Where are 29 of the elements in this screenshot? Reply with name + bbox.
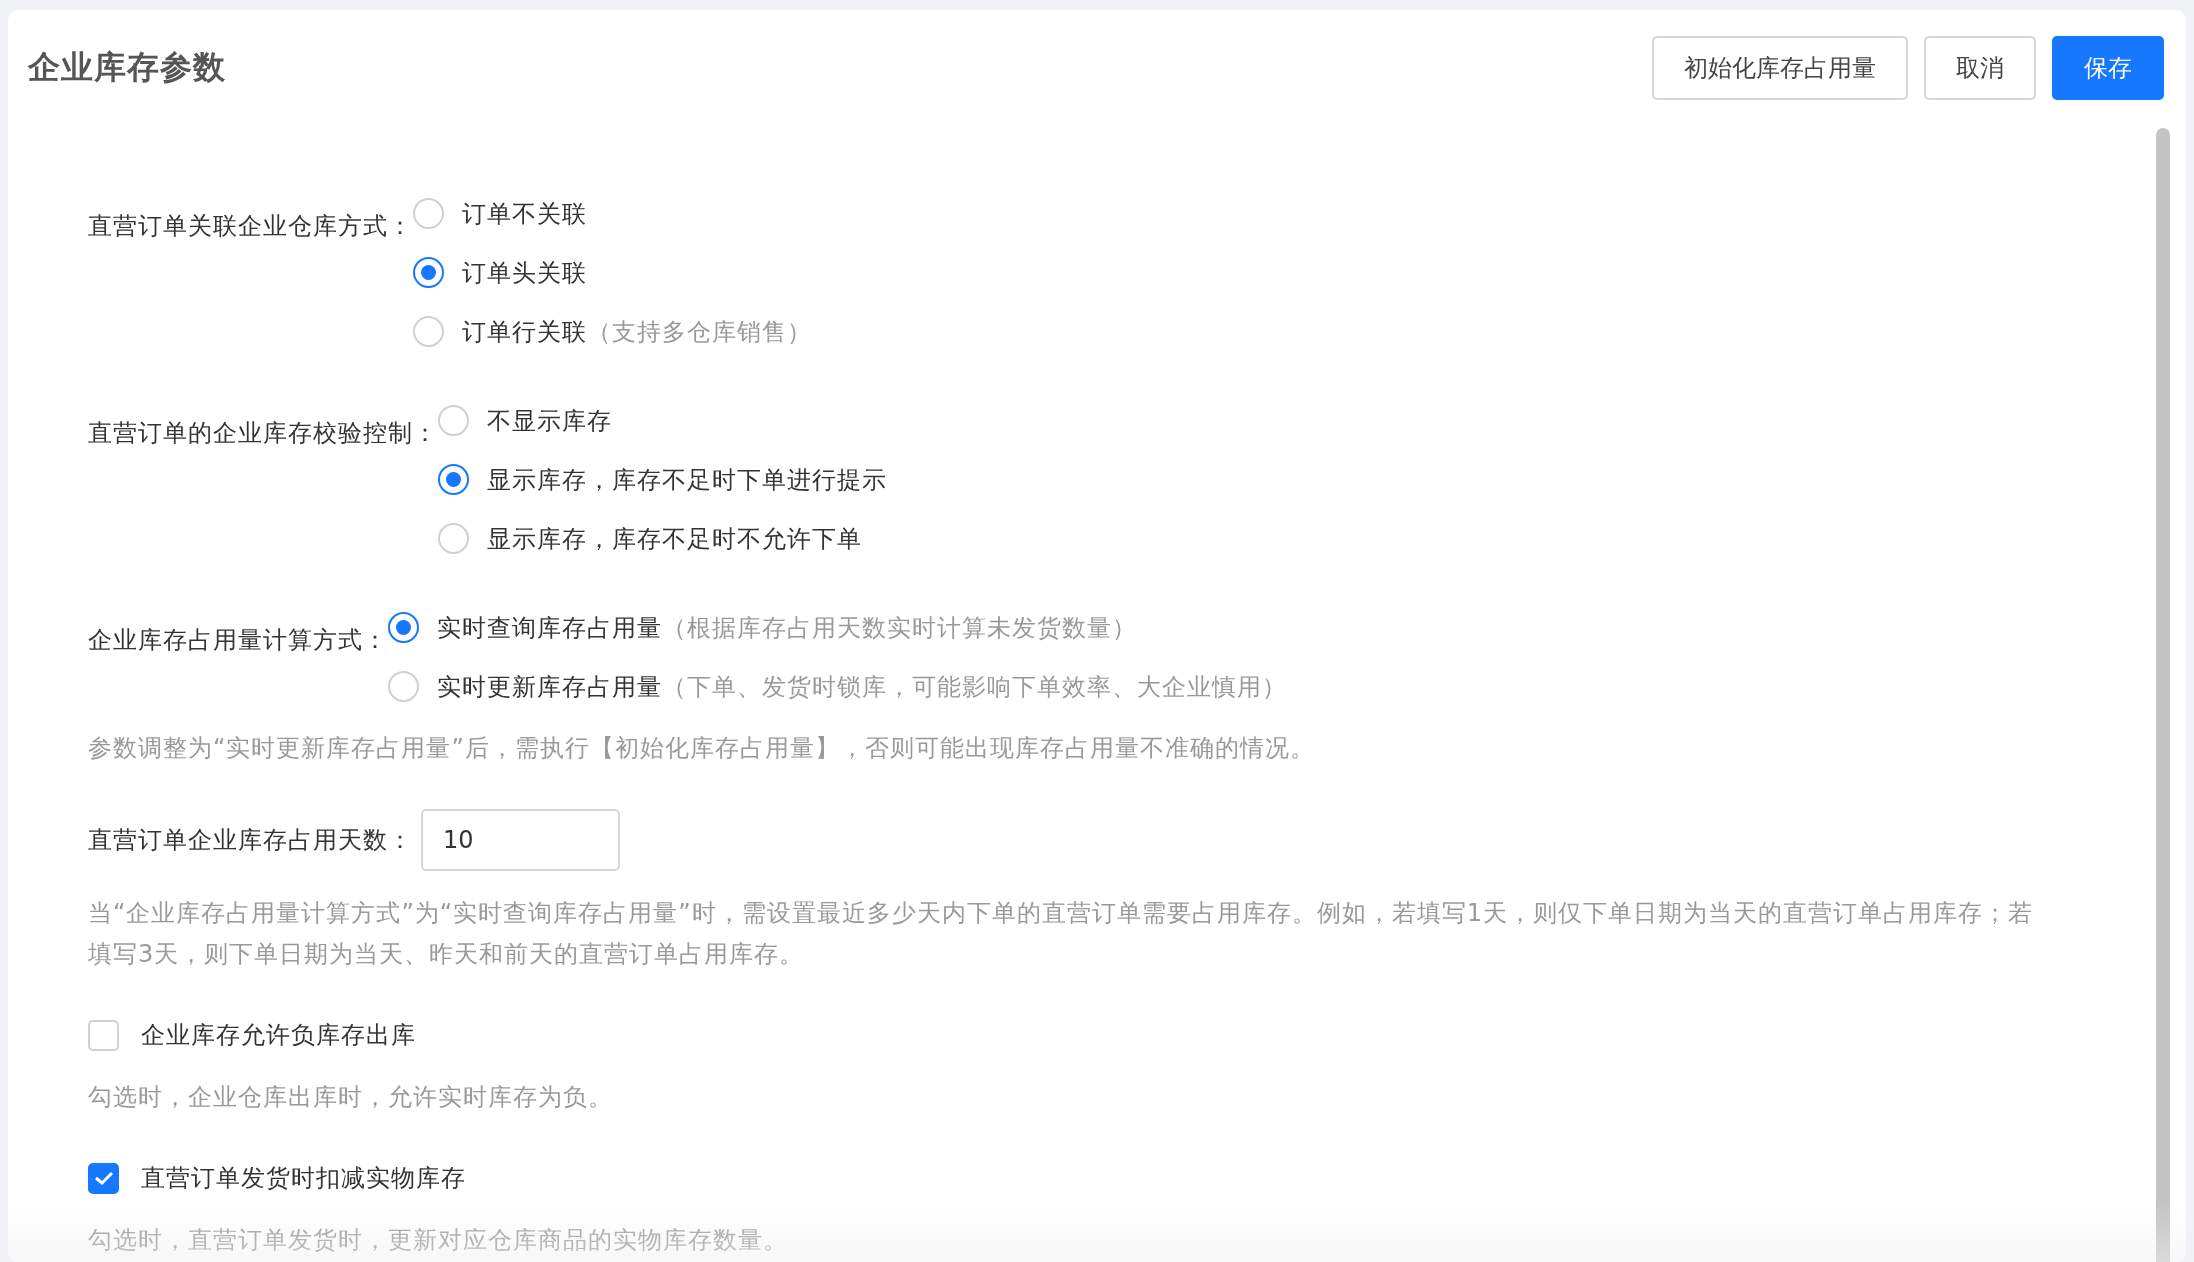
radio-button[interactable]	[438, 464, 469, 495]
field-label: 企业库存占用量计算方式：	[88, 625, 388, 656]
option-label: 订单不关联	[462, 198, 587, 230]
help-text: 当“企业库存占用量计算方式”为“实时查询库存占用量”时，需设置最近多少天内下单的直营订单需要占用库存。例如，若填写1天，则仅下单日期为当天的直营订单占用库存；若填写3天，则下单日期为当天、昨天和前天的直营订单占用库存。	[88, 898, 2034, 970]
action-button[interactable]: 初始化库存占用量	[1652, 36, 1908, 100]
help-text: 参数调整为“实时更新库存占用量”后，需执行【初始化库存占用量】，否则可能出现库存占用量不准确的情况。	[88, 733, 1316, 764]
option-label: 订单行关联（支持多仓库销售）	[462, 316, 812, 348]
checkmark-icon	[93, 1170, 114, 1186]
radio-button[interactable]	[413, 257, 444, 288]
primary-button[interactable]: 保存	[2052, 36, 2164, 100]
option-label: 订单头关联	[462, 257, 587, 289]
option-label: 显示库存，库存不足时下单进行提示	[487, 464, 887, 496]
help-text: 勾选时，企业仓库出库时，允许实时库存为负。	[88, 1082, 614, 1113]
action-button[interactable]: 取消	[1924, 36, 2036, 100]
checkbox-label: 企业库存允许负库存出库	[141, 1020, 416, 1051]
radio-button[interactable]	[388, 612, 419, 643]
field-label: 直营订单企业库存占用天数：	[88, 825, 413, 856]
checkbox[interactable]	[88, 1162, 119, 1194]
field-label: 直营订单的企业库存校验控制：	[88, 418, 438, 449]
option-label: 显示库存，库存不足时不允许下单	[487, 523, 862, 555]
checkbox-label: 直营订单发货时扣减实物库存	[141, 1163, 466, 1194]
option-label: 实时查询库存占用量（根据库存占用天数实时计算未发货数量）	[437, 612, 1137, 644]
days-input[interactable]: 10	[421, 809, 620, 871]
help-text: 勾选时，直营订单发货时，更新对应仓库商品的实物库存数量。	[88, 1225, 789, 1256]
option-label: 不显示库存	[487, 405, 612, 437]
scrollbar[interactable]	[2156, 128, 2170, 1262]
option-label: 实时更新库存占用量（下单、发货时锁库，可能影响下单效率、大企业慎用）	[437, 671, 1287, 703]
field-label: 直营订单关联企业仓库方式：	[88, 211, 413, 242]
page-title: 企业库存参数	[28, 47, 226, 88]
